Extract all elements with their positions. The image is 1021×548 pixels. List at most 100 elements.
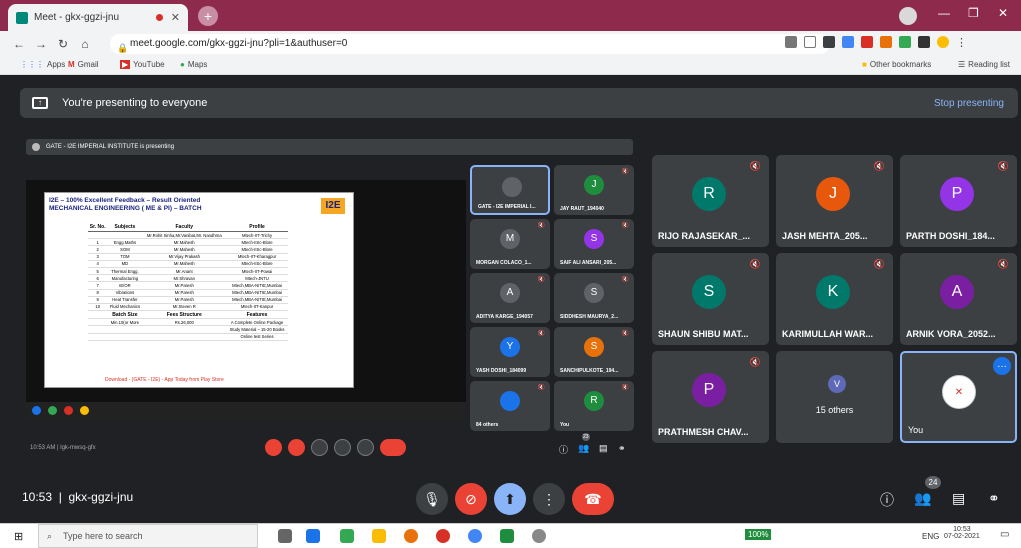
bookmark-maps[interactable]: ● Maps (180, 60, 207, 69)
bookmark-apps[interactable]: ⋮⋮⋮ Apps (20, 60, 65, 69)
avatar: J (584, 175, 604, 195)
mini-participant-tile[interactable]: Y YASH DOSHI_184099 🔇 (470, 327, 550, 377)
mini-participant-tile[interactable]: 84 others 🔇 (470, 381, 550, 431)
mic-muted-icon: 🔇 (537, 223, 545, 229)
people-icon[interactable]: 👥 (914, 490, 931, 507)
mini-participant-tile[interactable]: S SAIF ALI ANSARI_205... 🔇 (554, 219, 634, 269)
browser-tab[interactable]: Meet - gkx-ggzi-jnu ✕ (8, 4, 188, 31)
camera-off-button[interactable]: ⊘ (455, 483, 487, 515)
clock[interactable]: 10:53 07-02-2021 (944, 526, 980, 540)
close-window-icon[interactable]: ✕ (998, 6, 1008, 20)
back-icon[interactable]: ← (8, 37, 30, 51)
extension-icon[interactable] (842, 36, 854, 48)
camera-icon[interactable] (785, 36, 797, 48)
mic-muted-icon: 🔇 (537, 331, 545, 337)
table-cell: Mr.Anant (142, 267, 227, 276)
chrome-icon[interactable] (404, 529, 418, 543)
mini-participant-tile[interactable]: A ADITYA KARGE_194057 🔇 (470, 273, 550, 323)
avatar-icon[interactable] (937, 36, 949, 48)
end-mini-icon (380, 439, 406, 456)
app-icon[interactable] (306, 529, 320, 543)
battery-indicator[interactable]: 100% (745, 529, 772, 540)
faculty-table: Sr. No. Subjects Faculty Profile Mr.Rohi… (88, 223, 288, 341)
participant-name: SIDDHESH MAURYA_2... (560, 314, 619, 320)
i2e-logo: I2E (321, 198, 345, 214)
participant-tile[interactable]: ✕ You… (900, 351, 1017, 443)
windows-start-icon[interactable]: ⊞ (14, 530, 23, 543)
participant-tile[interactable]: R RIJO RAJASEKAR_... 🔇 (652, 155, 769, 247)
participant-name: JASH MEHTA_205... (782, 231, 868, 241)
mini-participant-tile[interactable]: R You 🔇 (554, 381, 634, 431)
extension-icon[interactable] (899, 36, 911, 48)
meeting-details-icon[interactable]: ⓘ (880, 490, 894, 510)
mini-participant-tile[interactable]: J JAY RAUT_194040 🔇 (554, 165, 634, 215)
profile-icon[interactable] (899, 7, 917, 25)
participant-name: MORGAN COLACO_1... (476, 260, 532, 266)
language-indicator[interactable]: ENG (922, 532, 939, 541)
mini-participant-tile[interactable]: GATE - I2E IMPERIAL I... (470, 165, 550, 215)
table-cell: IE/OR (107, 281, 143, 290)
more-options-icon[interactable]: … (993, 357, 1011, 375)
participant-tile[interactable]: A ARNIK VORA_2052... 🔇 (900, 253, 1017, 345)
slide-heading: I2E – 100% Excellent Feedback – Result O… (49, 197, 202, 213)
table-row: 7 IE/OR Mr.Paresh Mtech,MBA-NITIE,Mumbai (88, 281, 288, 290)
excel-icon[interactable] (500, 529, 514, 543)
leave-call-button[interactable]: ☎ (572, 483, 614, 515)
activities-icon[interactable]: ⚭ (988, 490, 1000, 507)
chat-icon[interactable]: ▤ (952, 490, 965, 507)
participant-tile[interactable]: S SHAUN SHIBU MAT... 🔇 (652, 253, 769, 345)
present-button[interactable]: ⬆ (494, 483, 526, 515)
mini-participant-tile[interactable]: S SIDDHESH MAURYA_2... 🔇 (554, 273, 634, 323)
more-mini-icon (357, 439, 374, 456)
bookmark-gmail[interactable]: M Gmail (68, 60, 99, 69)
participant-tile[interactable]: P PARTH DOSHI_184... 🔇 (900, 155, 1017, 247)
new-tab-button[interactable]: + (198, 6, 218, 26)
mini-participant-tile[interactable]: M MORGAN COLACO_1... 🔇 (470, 219, 550, 269)
taskbar-search[interactable]: ⌕ Type here to search (38, 524, 258, 548)
app-icon[interactable] (532, 529, 546, 543)
file-explorer-icon[interactable] (372, 529, 386, 543)
more-options-button[interactable]: ⋮ (533, 483, 565, 515)
extension-icon[interactable] (861, 36, 873, 48)
mini-participant-tile[interactable]: S SANCHIPULKOTE_194... 🔇 (554, 327, 634, 377)
bookmark-youtube[interactable]: ▶ YouTube (120, 60, 165, 69)
fees-cell (142, 333, 227, 341)
participant-tile[interactable]: K KARIMULLAH WAR... 🔇 (776, 253, 893, 345)
table-body: Mr.Rohit Sinha,Mr.Vanibat,Mr. Nandhrna Mt… (88, 231, 288, 312)
participant-tile[interactable]: P PRATHMESH CHAV... 🔇 (652, 351, 769, 443)
minimize-icon[interactable]: — (938, 6, 950, 20)
table-cell: Thermal Engg. (107, 267, 143, 276)
star-icon[interactable] (804, 36, 816, 48)
fees-row: Study Material – 15-20 Books (88, 325, 288, 334)
task-view-icon[interactable] (278, 529, 292, 543)
notifications-icon[interactable]: ▭ (1000, 529, 1009, 540)
table-cell: 3 (88, 253, 108, 261)
other-bookmarks[interactable]: ■ Other bookmarks (862, 60, 931, 69)
puzzle-icon[interactable] (918, 36, 930, 48)
avatar: S (584, 229, 604, 249)
extension-icon[interactable] (880, 36, 892, 48)
table-row: 2 SOM Mr.Mahesh Mtech-IISc-Blore (88, 245, 288, 254)
chrome-icon[interactable] (468, 529, 482, 543)
table-cell: Mtech-IISc-Blore (226, 245, 288, 254)
chrome-icon[interactable] (436, 529, 450, 543)
reading-list[interactable]: ☰ Reading list (958, 60, 1010, 69)
slide-title: I2E – 100% Excellent Feedback – Result O… (49, 197, 201, 204)
reload-icon[interactable]: ↻ (52, 37, 74, 51)
stop-presenting-button[interactable]: Stop presenting (934, 98, 1004, 109)
forward-icon[interactable]: → (30, 37, 52, 51)
url-field[interactable]: 🔒 meet.google.com/gkx-ggzi-jnu?pli=1&aut… (110, 34, 830, 54)
menu-dots-icon[interactable]: ⋮ (956, 36, 968, 49)
maximize-icon[interactable]: ❐ (968, 6, 979, 20)
participant-name: PRATHMESH CHAV... (658, 427, 749, 437)
home-icon[interactable]: ⌂ (74, 37, 96, 51)
table-cell (88, 231, 108, 240)
participant-tile[interactable]: J JASH MEHTA_205... 🔇 (776, 155, 893, 247)
close-tab-icon[interactable]: ✕ (171, 11, 180, 24)
table-cell: Mtech-IIT-Kanpur (226, 303, 288, 312)
avatar: S (584, 337, 604, 357)
mic-button[interactable]: 🎙 (416, 483, 448, 515)
app-icon[interactable] (340, 529, 354, 543)
participant-tile[interactable]: V 15 others (776, 351, 893, 443)
extension-icon[interactable] (823, 36, 835, 48)
